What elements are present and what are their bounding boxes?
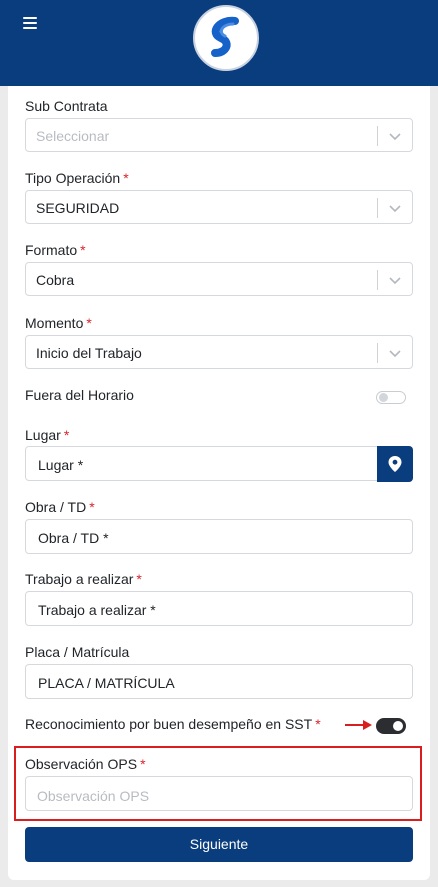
placa-label: Placa / Matrícula xyxy=(25,644,130,660)
lugar-input[interactable]: Lugar * xyxy=(25,446,378,481)
reconocimiento-toggle[interactable] xyxy=(376,718,406,734)
map-marker-icon xyxy=(388,456,402,472)
location-picker-button[interactable] xyxy=(377,446,413,482)
app-logo xyxy=(193,5,259,71)
fuera-horario-toggle[interactable] xyxy=(376,391,406,404)
formato-select[interactable]: Cobra xyxy=(25,262,413,296)
select-separator xyxy=(377,126,378,146)
swirl-s-logo-icon xyxy=(211,16,239,57)
observacion-input[interactable]: Observación OPS xyxy=(25,776,413,811)
chevron-down-icon xyxy=(389,350,401,358)
obra-td-label: Obra / TD * xyxy=(25,499,95,515)
sub-contrata-label: Sub Contrata xyxy=(25,98,108,114)
momento-select[interactable]: Inicio del Trabajo xyxy=(25,335,413,369)
toggle-knob xyxy=(379,393,388,402)
formato-value: Cobra xyxy=(36,272,75,288)
momento-value: Inicio del Trabajo xyxy=(36,345,142,361)
tipo-operacion-label: Tipo Operación * xyxy=(25,170,129,186)
trabajo-input[interactable]: Trabajo a realizar * xyxy=(25,591,413,626)
observacion-placeholder: Observación OPS xyxy=(37,788,150,804)
lugar-label: Lugar * xyxy=(25,427,70,443)
momento-label: Momento * xyxy=(25,315,92,331)
sub-contrata-placeholder: Seleccionar xyxy=(36,128,110,144)
tipo-operacion-select[interactable]: SEGURIDAD xyxy=(25,190,413,224)
sub-contrata-select[interactable]: Seleccionar xyxy=(25,118,413,152)
obra-td-input[interactable]: Obra / TD * xyxy=(25,519,413,554)
reconocimiento-label: Reconocimiento por buen desempeño en SST… xyxy=(25,716,321,732)
trabajo-label: Trabajo a realizar * xyxy=(25,571,142,587)
app-header xyxy=(0,0,438,86)
obra-td-value: Obra / TD * xyxy=(38,530,109,546)
lugar-value: Lugar * xyxy=(38,457,84,473)
red-arrow-annotation-icon xyxy=(345,720,372,730)
observacion-label: Observación OPS * xyxy=(25,756,146,772)
trabajo-value: Trabajo a realizar * xyxy=(38,602,156,618)
select-separator xyxy=(377,343,378,363)
formato-label: Formato * xyxy=(25,242,86,258)
hamburger-menu-icon[interactable] xyxy=(23,17,39,31)
fuera-horario-label: Fuera del Horario xyxy=(25,387,134,403)
chevron-down-icon xyxy=(389,133,401,141)
tipo-operacion-value: SEGURIDAD xyxy=(36,200,120,216)
select-separator xyxy=(377,198,378,218)
placa-value: PLACA / MATRÍCULA xyxy=(38,675,175,691)
chevron-down-icon xyxy=(389,205,401,213)
select-separator xyxy=(377,270,378,290)
toggle-knob xyxy=(393,721,403,731)
chevron-down-icon xyxy=(389,277,401,285)
siguiente-button[interactable]: Siguiente xyxy=(25,827,413,862)
placa-input[interactable]: PLACA / MATRÍCULA xyxy=(25,664,413,699)
